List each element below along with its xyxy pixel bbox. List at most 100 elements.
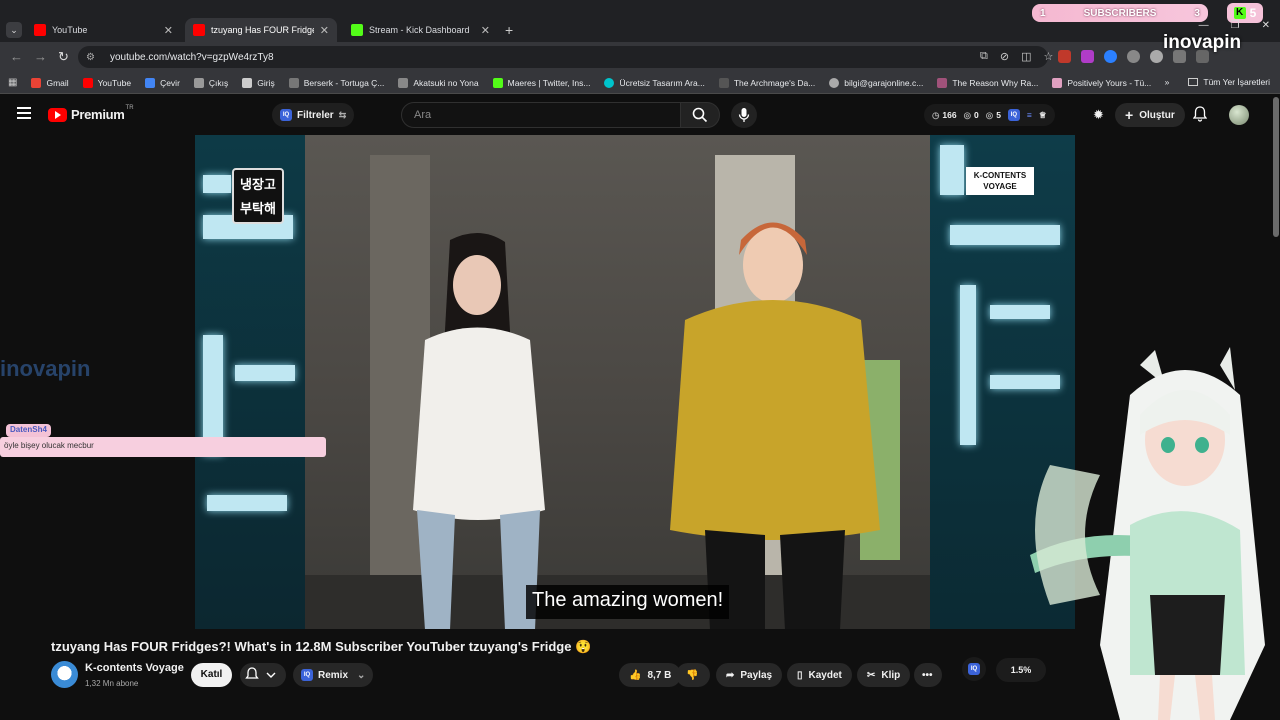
iq-panel-button[interactable]: IQ [962, 657, 986, 681]
chevron-down-icon: ⌄ [357, 669, 366, 681]
bookmark-reason[interactable]: The Reason Why Ra... [937, 77, 1038, 88]
bookmark-canva[interactable]: Ücretsiz Tasarım Ara... [604, 77, 705, 88]
extension-stats-pill: ◷ 166 ◎ 0 ◎ 5 IQ ≡ ♕ [924, 104, 1055, 126]
close-tab-icon[interactable]: ✕ [481, 24, 490, 37]
more-horizontal-icon: ••• [922, 669, 933, 681]
browser-tab-youtube[interactable]: YouTube ✕ [26, 18, 181, 42]
filters-button[interactable]: IQ Filtreler ⇆ [272, 103, 355, 127]
scrollbar-thumb[interactable] [1273, 97, 1279, 237]
chevron-right-icon[interactable]: » [1165, 77, 1170, 87]
new-tab-button[interactable]: + [505, 22, 513, 38]
search-input[interactable]: Ara [401, 102, 681, 128]
browser-tab-kick[interactable]: Stream - Kick Dashboard ✕ [343, 18, 498, 42]
like-button[interactable]: 👍 8,7 B [619, 663, 682, 687]
chat-message: öyle bişey olucak mecbur [0, 437, 326, 457]
site-info-icon[interactable]: ⚙ [86, 52, 98, 63]
video-subtitle: The amazing women! [526, 585, 730, 619]
account-avatar[interactable] [1229, 105, 1249, 125]
globe-icon [829, 77, 840, 88]
extension-gear-icon[interactable]: ✹ [1093, 107, 1104, 123]
close-window-icon[interactable]: ✕ [1262, 20, 1270, 31]
bookmark-logout[interactable]: Çıkış [193, 77, 228, 88]
subscribers-label: SUBSCRIBERS [1083, 7, 1157, 19]
video-player[interactable]: 냉장고 부탁해 K-CONTENTS VOYAGE The amazing wo… [195, 135, 1075, 629]
trophy-icon[interactable]: ♕ [1039, 110, 1047, 121]
bookmark-akatsuki[interactable]: Akatsuki no Yona [398, 77, 479, 88]
address-bar[interactable]: ⚙ youtube.com/watch?v=gzpWe4rzTy8 [78, 46, 1048, 68]
queue-icon[interactable]: ≡ [1027, 110, 1032, 120]
filters-label: Filtreler [297, 109, 334, 121]
bookmark-youtube[interactable]: YouTube [82, 77, 131, 88]
share-button[interactable]: ➦ Paylaş [716, 663, 783, 687]
browser-tab-video[interactable]: tzuyang Has FOUR Fridges?! W ✕ [185, 18, 337, 42]
hide-icon[interactable]: ⊘ [1000, 50, 1009, 63]
browser-toolbar: ← → ↻ ⚙ youtube.com/watch?v=gzpWe4rzTy8 … [0, 42, 1280, 72]
bookmark-translate[interactable]: Çevir [145, 77, 180, 88]
extension-icon[interactable] [1127, 50, 1140, 63]
stat-b: ◎ 5 [985, 109, 1001, 121]
create-button[interactable]: + Oluştur [1115, 103, 1185, 127]
bookmark-positively[interactable]: Positively Yours - Tü... [1052, 77, 1151, 88]
thumbs-down-icon: 👎 [686, 669, 699, 681]
notifications-bell-icon[interactable] [1193, 106, 1207, 122]
site-icon [398, 77, 409, 88]
close-tab-icon[interactable]: ✕ [164, 24, 173, 37]
remix-label: Remix [318, 669, 349, 681]
dislike-button[interactable]: 👎 [676, 663, 710, 687]
youtube-premium-logo[interactable]: Premium TR [48, 105, 134, 122]
channel-watermark-logo: K-CONTENTS VOYAGE [966, 167, 1034, 195]
all-bookmarks-folder[interactable]: » Tüm Yer İşaretleri [1165, 77, 1270, 87]
site-icon [288, 77, 299, 88]
extension-icon[interactable] [1058, 50, 1071, 63]
translate-icon [145, 77, 156, 88]
plus-icon: + [1125, 107, 1134, 123]
more-actions-button[interactable]: ••• [914, 663, 942, 687]
subscribers-start: 1 [1040, 7, 1046, 19]
back-arrow-icon[interactable]: ← [10, 49, 23, 64]
forward-arrow-icon[interactable]: → [34, 49, 47, 64]
clip-label: Klip [881, 669, 901, 681]
install-app-icon[interactable]: ⧉ [980, 50, 988, 63]
extension-icon[interactable] [1150, 50, 1163, 63]
join-button[interactable]: Katıl [191, 663, 232, 687]
bookmark-login[interactable]: Giriş [242, 77, 275, 88]
subscription-bell-button[interactable] [240, 663, 286, 687]
search-button[interactable] [680, 102, 720, 128]
reload-icon[interactable]: ↻ [58, 49, 69, 65]
tab-search-button[interactable]: ⌄ [6, 22, 22, 38]
bookmark-berserk[interactable]: Berserk - Tortuga Ç... [288, 77, 384, 88]
page-scrollbar[interactable] [1272, 95, 1280, 720]
clock-icon: ◷ [932, 109, 940, 120]
save-button[interactable]: ▯ Kaydet [787, 663, 852, 687]
apps-grid-icon[interactable]: ▦ [8, 77, 17, 88]
kick-count: 5 [1249, 6, 1257, 20]
channel-avatar[interactable] [51, 661, 78, 688]
bookmark-icon: ▯ [797, 669, 803, 681]
bookmark-garaj[interactable]: bilgi@garajonline.c... [829, 77, 923, 88]
bookmark-maeres[interactable]: Maeres | Twitter, Ins... [492, 77, 590, 88]
menu-icon[interactable] [17, 107, 31, 119]
bookmark-star-icon[interactable]: ☆ [1043, 50, 1053, 63]
clip-button[interactable]: ✂ Klip [857, 663, 911, 687]
extension-icon[interactable] [1081, 50, 1094, 63]
bookmark-archmage[interactable]: The Archmage's Da... [718, 77, 815, 88]
minimize-icon[interactable]: — [1199, 20, 1209, 31]
channel-name[interactable]: K-contents Voyage [85, 662, 184, 674]
inovapin-watermark-top: inovapin [1163, 32, 1242, 53]
remix-button[interactable]: IQ Remix ⌄ [293, 663, 374, 687]
extension-icon[interactable] [1104, 50, 1117, 63]
bookmark-gmail[interactable]: Gmail [31, 77, 69, 88]
sliders-icon: ⇆ [338, 109, 347, 120]
person-white-sweater [413, 232, 545, 629]
voice-search-button[interactable] [731, 102, 757, 128]
bookmarks-bar: ▦ Gmail YouTube Çevir Çıkış Giriş Berser… [0, 72, 1280, 94]
folder-icon [1188, 78, 1199, 86]
close-tab-icon[interactable]: ✕ [320, 24, 329, 37]
translate-icon[interactable]: ◫ [1021, 50, 1031, 63]
bell-icon [245, 667, 276, 679]
window-controls: — ❐ ✕ [1199, 20, 1270, 31]
stat-views: ◷ 166 [932, 109, 957, 121]
address-bar-actions: ⧉ ⊘ ◫ ☆ [980, 50, 1053, 63]
restore-icon[interactable]: ❐ [1231, 20, 1240, 31]
iq-extension-icon[interactable]: IQ [1007, 109, 1020, 121]
